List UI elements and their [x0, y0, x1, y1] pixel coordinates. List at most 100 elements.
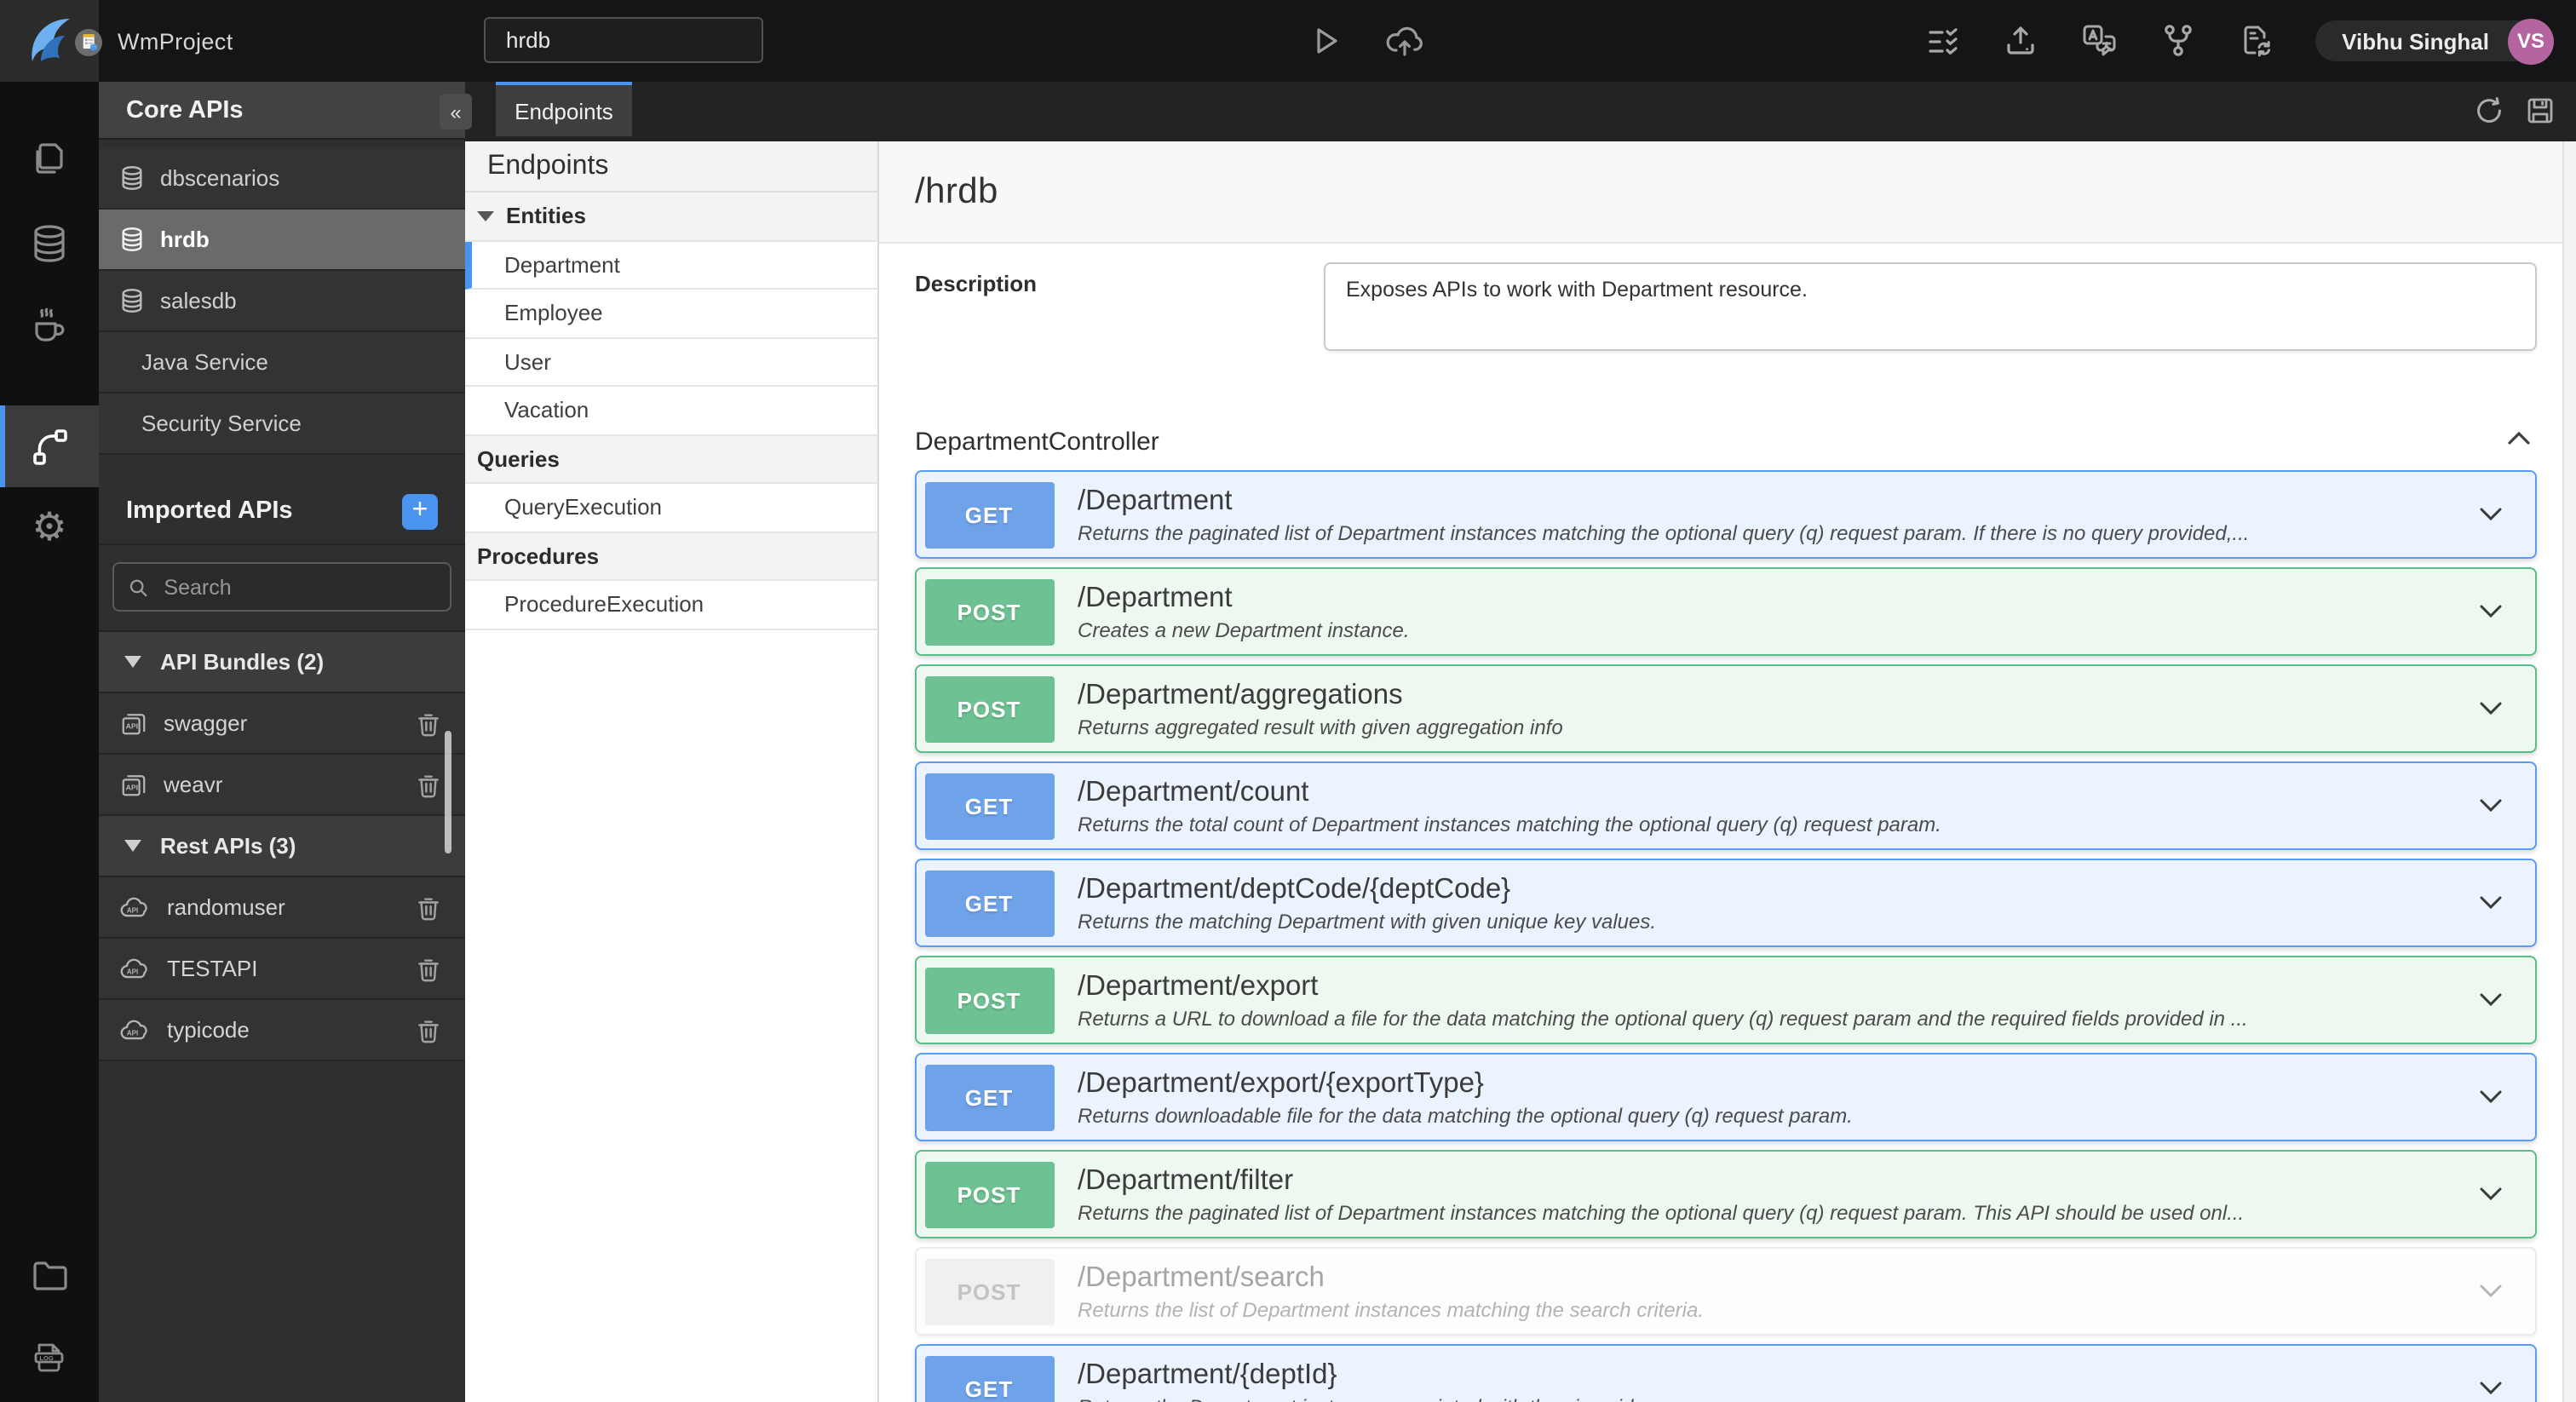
- delete-icon[interactable]: [416, 771, 441, 798]
- chevron-down-icon: [2480, 993, 2502, 1007]
- rest-api-item[interactable]: API randomuser: [99, 877, 465, 939]
- endpoints-tree-panel: Endpoints Entities Department Employee U…: [465, 141, 877, 1402]
- endpoint-card[interactable]: GET /Department/deptCode/{deptCode} Retu…: [915, 859, 2537, 947]
- rail-files-button[interactable]: [0, 1235, 99, 1317]
- project-search-input[interactable]: [484, 17, 763, 63]
- core-apis-header: Core APIs: [99, 82, 465, 140]
- rail-logs-button[interactable]: LOG: [0, 1317, 99, 1399]
- rail-java-button[interactable]: [0, 284, 99, 366]
- api-item-label: weavr: [164, 772, 223, 797]
- chevron-down-icon: [2480, 1187, 2502, 1201]
- log-file-icon: LOG: [34, 1343, 64, 1372]
- api-bundles-list: API swagger API weavr: [99, 693, 465, 816]
- main-scrollbar[interactable]: [2562, 141, 2576, 1402]
- endpoint-card[interactable]: GET /Department/{deptId} Returns the Dep…: [915, 1344, 2537, 1402]
- rest-api-item[interactable]: API typicode: [99, 1000, 465, 1061]
- endpoint-card[interactable]: POST /Department/aggregations Returns ag…: [915, 664, 2537, 753]
- endpoint-card[interactable]: GET /Department/count Returns the total …: [915, 761, 2537, 850]
- tree-row[interactable]: Entities: [465, 192, 877, 241]
- tree-row[interactable]: Procedures: [465, 532, 877, 581]
- api-search-input[interactable]: [160, 573, 436, 600]
- core-api-item[interactable]: Java Service: [99, 332, 465, 394]
- core-api-label: dbscenarios: [160, 165, 280, 191]
- tree-row[interactable]: ProcedureExecution: [465, 581, 877, 629]
- apis-icon: [32, 428, 66, 464]
- rail-pages-button[interactable]: [0, 118, 99, 199]
- endpoint-text: /Department/export/{exportType} Returns …: [1078, 1066, 1853, 1129]
- endpoint-path: /Department/search: [1078, 1261, 1325, 1293]
- rail-settings-button[interactable]: ⚙: [0, 487, 99, 569]
- tree-row[interactable]: QueryExecution: [465, 484, 877, 532]
- api-bundles-group[interactable]: API Bundles (2): [99, 632, 465, 693]
- core-api-item[interactable]: salesdb: [99, 271, 465, 332]
- api-cloud-icon: API: [119, 956, 152, 981]
- endpoint-path: /Department/{deptId}: [1078, 1359, 1337, 1390]
- tree-row[interactable]: User: [465, 338, 877, 387]
- collapse-controller-button[interactable]: [2506, 429, 2532, 446]
- rest-api-item[interactable]: API TESTAPI: [99, 939, 465, 1000]
- core-api-item[interactable]: Security Service: [99, 394, 465, 455]
- description-textarea[interactable]: Exposes APIs to work with Department res…: [1324, 262, 2537, 351]
- export-button[interactable]: [2001, 22, 2038, 60]
- core-api-label: Java Service: [141, 349, 268, 375]
- endpoint-card[interactable]: GET /Department Returns the paginated li…: [915, 470, 2537, 559]
- refresh-button[interactable]: [2474, 95, 2504, 126]
- run-button[interactable]: [1307, 22, 1344, 60]
- endpoint-card[interactable]: POST /Department/search Returns the list…: [915, 1247, 2537, 1336]
- endpoints-panel-title: Endpoints: [465, 141, 877, 192]
- svg-text:LOG: LOG: [39, 1354, 54, 1362]
- api-doc-icon: API: [119, 771, 148, 798]
- user-menu[interactable]: Vibhu Singhal VS: [2314, 18, 2554, 64]
- file-sync-button[interactable]: [2236, 22, 2274, 60]
- delete-icon[interactable]: [416, 955, 441, 982]
- rest-apis-label: Rest APIs (3): [160, 833, 296, 859]
- project-switcher[interactable]: WmProject: [75, 28, 233, 55]
- file-sync-icon: [2243, 26, 2270, 57]
- delete-icon[interactable]: [416, 710, 441, 737]
- core-api-item[interactable]: hrdb: [99, 210, 465, 271]
- rail-apis-button[interactable]: [0, 405, 99, 487]
- rest-apis-group[interactable]: Rest APIs (3): [99, 816, 465, 877]
- upload-tray-icon: [2006, 26, 2033, 55]
- endpoint-text: /Department/deptCode/{deptCode} Returns …: [1078, 872, 1656, 934]
- endpoint-path: /Department/filter: [1078, 1164, 1294, 1196]
- rail-more-button[interactable]: ●●●: [0, 1399, 99, 1402]
- delete-icon[interactable]: [416, 893, 441, 921]
- tree-row[interactable]: Employee: [465, 290, 877, 338]
- endpoint-description: Returns the paginated list of Department…: [1078, 1201, 2245, 1226]
- tree-row[interactable]: Department: [465, 241, 877, 290]
- endpoint-card[interactable]: POST /Department/filter Returns the pagi…: [915, 1150, 2537, 1238]
- tasks-button[interactable]: [1924, 23, 1960, 59]
- left-rail: ⚙ LOG ●●●: [0, 82, 99, 1402]
- tree-row[interactable]: Vacation: [465, 387, 877, 435]
- delete-icon[interactable]: [416, 1016, 441, 1043]
- endpoint-card[interactable]: POST /Department/export Returns a URL to…: [915, 956, 2537, 1044]
- method-badge: POST: [924, 1258, 1054, 1324]
- save-button[interactable]: [2525, 95, 2556, 126]
- endpoint-path: /Department/count: [1078, 776, 1309, 807]
- api-search-box[interactable]: [112, 562, 451, 612]
- panel-scrollbar[interactable]: [445, 731, 451, 853]
- tab-endpoints[interactable]: Endpoints: [496, 82, 632, 136]
- chevron-down-icon: [2480, 508, 2502, 521]
- method-badge: POST: [924, 578, 1054, 645]
- i18n-button[interactable]: [2079, 22, 2119, 60]
- translate-icon: [2082, 25, 2115, 56]
- collapse-panel-button[interactable]: «: [440, 94, 472, 129]
- deploy-button[interactable]: [1383, 20, 1426, 61]
- endpoint-card[interactable]: POST /Department Creates a new Departmen…: [915, 567, 2537, 656]
- tree-row-label: Entities: [506, 203, 586, 229]
- api-bundle-item[interactable]: API swagger: [99, 693, 465, 755]
- add-api-button[interactable]: +: [402, 493, 438, 529]
- controller-label: DepartmentController: [915, 428, 1159, 457]
- svg-text:API: API: [127, 907, 138, 915]
- rail-database-button[interactable]: [0, 203, 99, 284]
- api-bundle-item[interactable]: API weavr: [99, 755, 465, 816]
- service-title-band: /hrdb: [879, 141, 2576, 244]
- method-badge: GET: [924, 870, 1054, 936]
- tree-row[interactable]: Queries: [465, 435, 877, 484]
- core-api-item[interactable]: dbscenarios: [99, 148, 465, 210]
- endpoint-card[interactable]: GET /Department/export/{exportType} Retu…: [915, 1053, 2537, 1141]
- api-bundles-label: API Bundles (2): [160, 649, 325, 675]
- vcs-button[interactable]: [2159, 22, 2195, 60]
